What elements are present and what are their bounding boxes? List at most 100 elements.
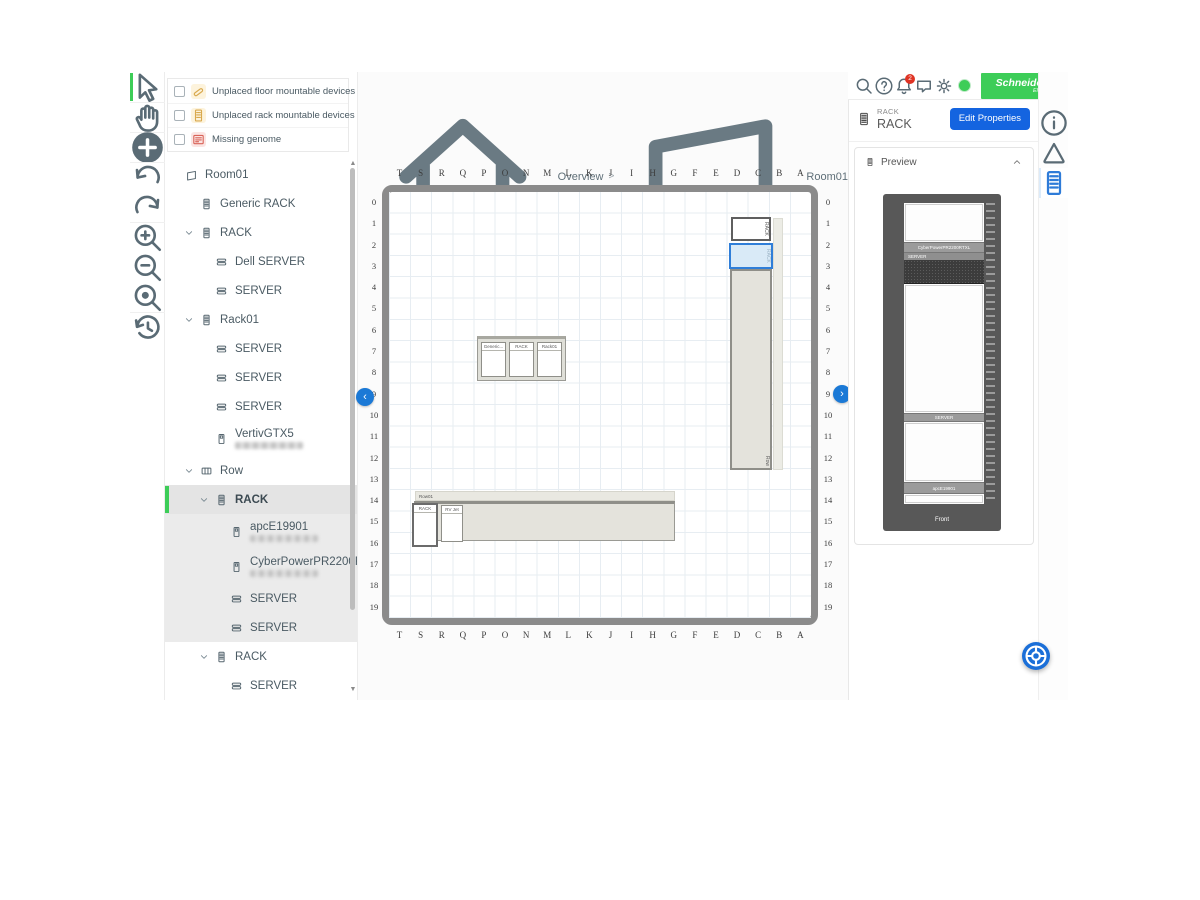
zoom-out-button[interactable] bbox=[130, 252, 165, 282]
chevron-down-icon[interactable] bbox=[198, 651, 210, 663]
grid-row-label: 7 bbox=[820, 341, 836, 362]
rack-label: RV Jet bbox=[442, 506, 462, 514]
canvas-row-vertical[interactable]: Row bbox=[730, 269, 772, 470]
device-tree: Room01Generic RACKRACKDell SERVERSERVERR… bbox=[165, 160, 358, 700]
chevron-down-icon[interactable] bbox=[183, 227, 195, 239]
tree-item-dell-server[interactable]: Dell SERVER bbox=[165, 247, 358, 276]
pan-tool-button[interactable] bbox=[130, 102, 165, 132]
chevron-up-icon[interactable] bbox=[1011, 156, 1023, 168]
grid-row-label: 3 bbox=[820, 256, 836, 277]
tree-item-rack01[interactable]: Rack01 bbox=[165, 305, 358, 334]
grid-column-label: N bbox=[516, 630, 537, 640]
support-fab-button[interactable] bbox=[1022, 642, 1050, 670]
grid-row-label: 11 bbox=[820, 426, 836, 447]
chevron-down-icon[interactable] bbox=[183, 314, 195, 326]
grid-row-label: 5 bbox=[366, 298, 382, 319]
tree-item-server[interactable]: SERVER bbox=[165, 334, 358, 363]
row-icon bbox=[200, 464, 213, 478]
rack-front-label: Front bbox=[883, 517, 1001, 523]
tree-item-row[interactable]: Row bbox=[165, 456, 358, 485]
tree-item-generic-rack[interactable]: Generic RACK bbox=[165, 189, 358, 218]
tree-item-rack[interactable]: RACK bbox=[165, 218, 358, 247]
tree-item-rack[interactable]: RACK bbox=[165, 485, 358, 514]
filter-unplaced-rack[interactable]: Unplaced rack mountable devices bbox=[168, 103, 348, 127]
ups-icon bbox=[230, 560, 243, 574]
notifications-button[interactable]: 2 bbox=[894, 72, 914, 100]
canvas-rack-generic[interactable]: Generic... bbox=[481, 342, 506, 377]
canvas-rack-rack[interactable]: RACK bbox=[509, 342, 534, 377]
server-icon bbox=[215, 342, 228, 356]
tree-item-server[interactable]: SERVER bbox=[165, 392, 358, 421]
scroll-down-icon[interactable]: ▼ bbox=[349, 686, 357, 693]
rack-device-server2: SERVER bbox=[904, 413, 984, 422]
help-button[interactable] bbox=[874, 72, 894, 100]
grid-column-label: J bbox=[600, 630, 621, 640]
search-icon bbox=[854, 76, 874, 96]
genome-icon bbox=[191, 132, 206, 147]
select-tool-button[interactable] bbox=[130, 72, 165, 102]
canvas-rack[interactable]: RACK bbox=[731, 217, 771, 241]
canvas-row01-rack2[interactable]: RV Jet bbox=[441, 505, 463, 542]
tree-item-server[interactable]: SERVER bbox=[165, 613, 358, 642]
history-icon bbox=[130, 310, 165, 345]
history-button[interactable] bbox=[130, 312, 165, 342]
feedback-button[interactable] bbox=[914, 72, 934, 100]
preview-card: Preview CyberPowerPR2200RTXL SERVER SERV… bbox=[854, 147, 1034, 545]
redo-button[interactable] bbox=[130, 192, 165, 222]
grid-column-label: P bbox=[473, 630, 494, 640]
avatar[interactable] bbox=[958, 79, 971, 92]
canvas-row01-rack[interactable]: RACK bbox=[412, 503, 438, 547]
add-button[interactable] bbox=[130, 132, 165, 162]
chevron-down-icon[interactable] bbox=[183, 465, 195, 477]
breadcrumb-label: Room01 bbox=[806, 171, 848, 183]
grid-row-label: 0 bbox=[366, 192, 382, 213]
filter-label: Unplaced rack mountable devices bbox=[212, 110, 355, 121]
rack-device-server-label: SERVER bbox=[904, 253, 984, 260]
grid-rows-right: 012345678910111213141516171819 bbox=[820, 192, 836, 618]
tree-item-room01[interactable]: Room01 bbox=[165, 160, 358, 189]
settings-button[interactable] bbox=[934, 72, 954, 100]
rack-icon bbox=[200, 313, 213, 327]
search-button[interactable] bbox=[854, 72, 874, 100]
tree-item-cyberpowerpr2200r[interactable]: CyberPowerPR2200R... bbox=[165, 549, 358, 584]
collapse-left-panel-button[interactable]: ‹ bbox=[356, 388, 374, 406]
tree-item-server[interactable]: SERVER bbox=[165, 671, 358, 700]
tree-item-server[interactable]: SERVER bbox=[165, 584, 358, 613]
tree-item-rack[interactable]: RACK bbox=[165, 642, 358, 671]
zoom-reset-button[interactable] bbox=[130, 282, 165, 312]
chevron-down-icon[interactable] bbox=[198, 494, 210, 506]
canvas-rack-selected[interactable]: RACK bbox=[729, 243, 773, 269]
tree-scrollbar[interactable] bbox=[350, 168, 355, 610]
grid-row-label: 7 bbox=[366, 341, 382, 362]
grid-row-label: 12 bbox=[366, 448, 382, 469]
edit-properties-button[interactable]: Edit Properties bbox=[950, 108, 1030, 130]
missing-genome-checkbox[interactable] bbox=[174, 134, 185, 145]
grid-row-label: 6 bbox=[366, 320, 382, 341]
grid-column-label: D bbox=[727, 630, 748, 640]
canvas-rack-group[interactable]: Generic... RACK Rack01 bbox=[477, 336, 566, 381]
zoom-in-button[interactable] bbox=[130, 222, 165, 252]
filter-missing-genome[interactable]: Missing genome bbox=[168, 127, 348, 151]
rack-view-tab-button[interactable] bbox=[1039, 168, 1069, 198]
tree-item-apce19901[interactable]: apcE19901 bbox=[165, 514, 358, 549]
filter-unplaced-floor[interactable]: Unplaced floor mountable devices bbox=[168, 79, 348, 103]
floor-plan-canvas[interactable]: Overview > Room01 TSRQPONMLKJIHGFEDCBA T… bbox=[358, 72, 848, 700]
alarms-tab-button[interactable] bbox=[1039, 138, 1069, 168]
tree-item-server[interactable]: SERVER bbox=[165, 363, 358, 392]
rack-label: RACK bbox=[510, 343, 533, 351]
tree-item-server[interactable]: SERVER bbox=[165, 276, 358, 305]
undo-button[interactable] bbox=[130, 162, 165, 192]
unplaced-rack-checkbox[interactable] bbox=[174, 110, 185, 121]
canvas-rack-rack01[interactable]: Rack01 bbox=[537, 342, 562, 377]
unplaced-floor-checkbox[interactable] bbox=[174, 86, 185, 97]
grid-column-label: T bbox=[389, 168, 410, 178]
selection-type: RACK bbox=[877, 107, 899, 116]
tree-item-label: Generic RACK bbox=[220, 198, 295, 210]
grid-column-label: J bbox=[600, 168, 621, 178]
grid-row-label: 6 bbox=[820, 320, 836, 341]
grid-row-label: 4 bbox=[820, 277, 836, 298]
tree-item-label: CyberPowerPR2200R... bbox=[250, 556, 358, 568]
scroll-up-icon[interactable]: ▲ bbox=[349, 160, 357, 167]
info-tab-button[interactable] bbox=[1039, 108, 1069, 138]
tree-item-vertivgtx5[interactable]: VertivGTX5 bbox=[165, 421, 358, 456]
